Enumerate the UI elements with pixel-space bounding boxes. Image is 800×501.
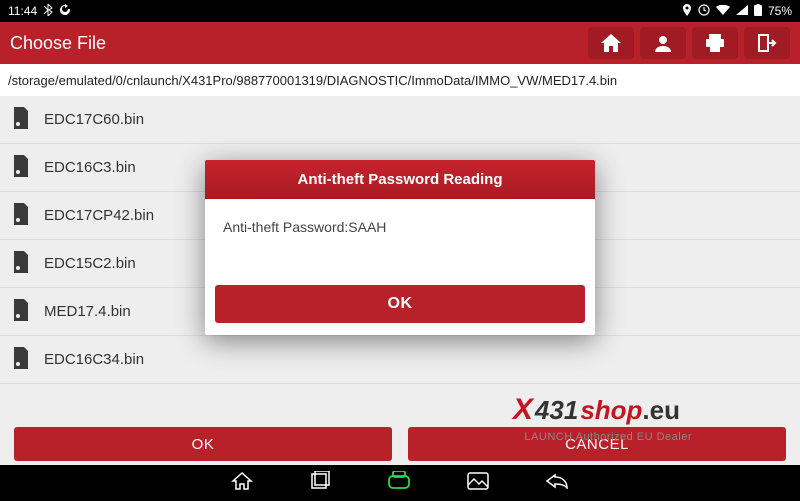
path-bar: /storage/emulated/0/cnlaunch/X431Pro/988… — [0, 64, 800, 96]
nav-vci-icon[interactable] — [387, 471, 411, 496]
current-path: /storage/emulated/0/cnlaunch/X431Pro/988… — [8, 73, 617, 88]
android-nav-bar — [0, 465, 800, 501]
battery-icon — [754, 4, 762, 19]
page-title: Choose File — [10, 33, 106, 54]
wifi-icon — [716, 4, 730, 18]
file-name: EDC15C2.bin — [44, 255, 136, 272]
file-row[interactable]: EDC17C60.bin — [0, 96, 800, 144]
ok-button[interactable]: OK — [14, 427, 392, 461]
app-footer: OK CANCEL — [0, 423, 800, 465]
file-row[interactable]: EDC16C34.bin — [0, 336, 800, 384]
nav-back-icon[interactable] — [545, 473, 569, 494]
file-icon — [12, 251, 30, 277]
print-button[interactable] — [692, 27, 738, 59]
android-status-bar: 11:44 75% — [0, 0, 800, 22]
nav-recent-icon[interactable] — [309, 471, 331, 496]
file-icon — [12, 107, 30, 133]
app-header: Choose File — [0, 22, 800, 64]
status-time: 11:44 — [8, 4, 37, 18]
signal-icon — [736, 4, 748, 18]
file-icon — [12, 299, 30, 325]
home-button[interactable] — [588, 27, 634, 59]
dialog-body: Anti-theft Password:SAAH — [205, 199, 595, 277]
dialog-title: Anti-theft Password Reading — [205, 160, 595, 199]
dialog-ok-button[interactable]: OK — [215, 285, 585, 323]
nav-home-icon[interactable] — [231, 471, 253, 496]
refresh-icon — [59, 4, 71, 19]
file-name: EDC17C60.bin — [44, 111, 144, 128]
profile-button[interactable] — [640, 27, 686, 59]
exit-button[interactable] — [744, 27, 790, 59]
nav-gallery-icon[interactable] — [467, 472, 489, 495]
orientation-icon — [698, 4, 710, 19]
location-icon — [682, 4, 692, 19]
dialog: Anti-theft Password Reading Anti-theft P… — [205, 160, 595, 335]
file-icon — [12, 155, 30, 181]
bluetooth-icon — [43, 4, 53, 19]
file-icon — [12, 347, 30, 373]
file-name: EDC16C3.bin — [44, 159, 136, 176]
file-icon — [12, 203, 30, 229]
file-name: EDC17CP42.bin — [44, 207, 154, 224]
battery-percent: 75% — [768, 4, 792, 18]
file-name: MED17.4.bin — [44, 303, 131, 320]
cancel-button[interactable]: CANCEL — [408, 427, 786, 461]
file-name: EDC16C34.bin — [44, 351, 144, 368]
